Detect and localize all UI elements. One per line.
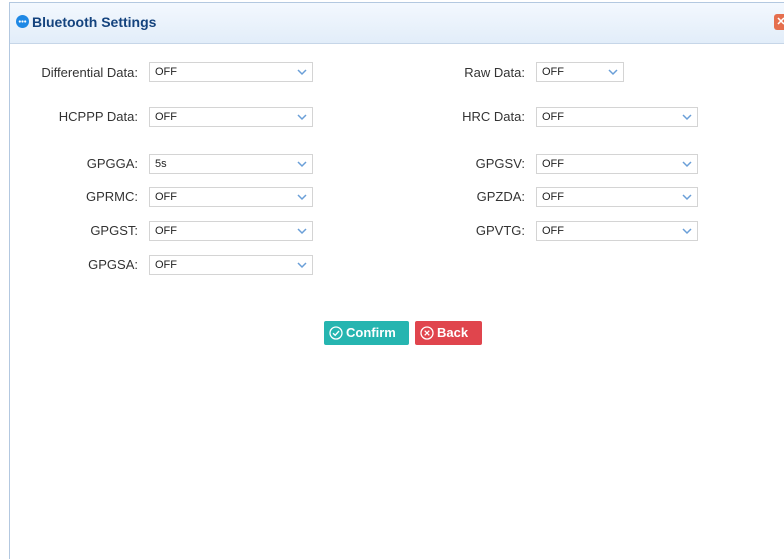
- gpvtg-select[interactable]: OFF: [536, 221, 698, 241]
- hcppp-data-value: OFF: [155, 111, 177, 123]
- x-circle-icon: [420, 326, 434, 340]
- raw-data-value: OFF: [542, 66, 564, 78]
- close-icon[interactable]: ✕: [774, 14, 784, 30]
- chevron-down-icon: [608, 69, 618, 76]
- gpgsa-select[interactable]: OFF: [149, 255, 313, 275]
- hrc-data-label: HRC Data:: [462, 109, 525, 124]
- gpzda-label: GPZDA:: [476, 189, 525, 204]
- chevron-down-icon: [297, 228, 307, 235]
- gpgga-value: 5s: [155, 158, 167, 170]
- dialog-title: Bluetooth Settings: [32, 14, 157, 30]
- bluetooth-settings-dialog: Bluetooth Settings ✕ Differential Data: …: [9, 2, 784, 559]
- back-label: Back: [437, 325, 469, 340]
- back-button[interactable]: Back: [415, 321, 482, 345]
- dialog-titlebar: Bluetooth Settings ✕: [10, 3, 784, 44]
- check-circle-icon: [329, 326, 343, 340]
- chevron-down-icon: [297, 114, 307, 121]
- differential-data-select[interactable]: OFF: [149, 62, 313, 82]
- gprmc-label: GPRMC:: [86, 189, 138, 204]
- gpzda-select[interactable]: OFF: [536, 187, 698, 207]
- differential-data-value: OFF: [155, 66, 177, 78]
- raw-data-label: Raw Data:: [464, 65, 525, 80]
- chevron-down-icon: [297, 69, 307, 76]
- chevron-down-icon: [682, 228, 692, 235]
- chevron-down-icon: [682, 161, 692, 168]
- gpgsv-select[interactable]: OFF: [536, 154, 698, 174]
- confirm-label: Confirm: [346, 325, 396, 340]
- chevron-down-icon: [297, 194, 307, 201]
- gpgsa-value: OFF: [155, 259, 177, 271]
- chevron-down-icon: [682, 114, 692, 121]
- gpgst-label: GPGST:: [90, 223, 138, 238]
- hrc-data-value: OFF: [542, 111, 564, 123]
- gpgst-value: OFF: [155, 225, 177, 237]
- hcppp-data-label: HCPPP Data:: [58, 109, 138, 124]
- gpzda-value: OFF: [542, 191, 564, 203]
- gpgsv-label: GPGSV:: [475, 156, 525, 171]
- gprmc-value: OFF: [155, 191, 177, 203]
- chat-bubble-icon: [16, 15, 29, 28]
- gpgsv-value: OFF: [542, 158, 564, 170]
- gpgst-select[interactable]: OFF: [149, 221, 313, 241]
- raw-data-select[interactable]: OFF: [536, 62, 624, 82]
- gpgga-label: GPGGA:: [86, 156, 138, 171]
- differential-data-label: Differential Data:: [41, 65, 138, 80]
- chevron-down-icon: [297, 161, 307, 168]
- chevron-down-icon: [682, 194, 692, 201]
- gprmc-select[interactable]: OFF: [149, 187, 313, 207]
- confirm-button[interactable]: Confirm: [324, 321, 409, 345]
- gpvtg-label: GPVTG:: [475, 223, 525, 238]
- chevron-down-icon: [297, 262, 307, 269]
- gpgga-select[interactable]: 5s: [149, 154, 313, 174]
- gpvtg-value: OFF: [542, 225, 564, 237]
- gpgsa-label: GPGSA:: [88, 257, 138, 272]
- hrc-data-select[interactable]: OFF: [536, 107, 698, 127]
- hcppp-data-select[interactable]: OFF: [149, 107, 313, 127]
